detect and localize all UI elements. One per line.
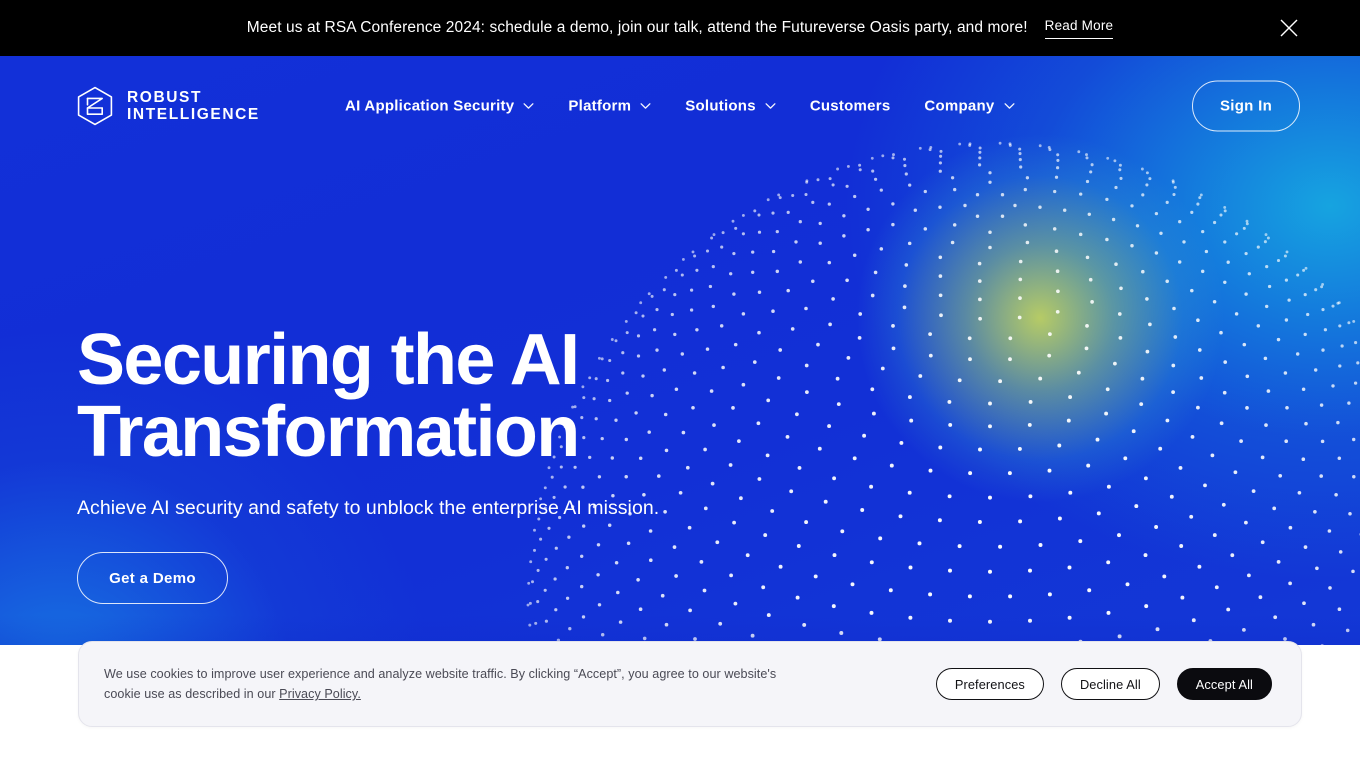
sign-in-button[interactable]: Sign In	[1192, 80, 1300, 132]
chevron-down-icon	[1003, 103, 1015, 109]
hero-subtitle: Achieve AI security and safety to unbloc…	[77, 497, 660, 519]
hero-title-line-2: Transformation	[77, 392, 580, 472]
announcement-bar: Meet us at RSA Conference 2024: schedule…	[0, 0, 1360, 56]
logo-text-line-2: INTELLIGENCE	[127, 106, 260, 123]
nav-links: AI Application Security Platform Solutio…	[345, 98, 1015, 115]
robust-intelligence-hexagon-logo-icon	[77, 86, 113, 126]
nav-label: Customers	[809, 97, 891, 115]
hero-content: Securing the AI Transformation Achieve A…	[77, 324, 737, 604]
nav-item-solutions[interactable]: Solutions	[685, 98, 776, 115]
chevron-down-icon	[765, 103, 776, 109]
cookie-consent-text: We use cookies to improve user experienc…	[104, 664, 804, 704]
nav-item-company[interactable]: Company	[924, 97, 1015, 115]
nav-label: Solutions	[685, 97, 756, 115]
hero-title-line-1: Securing the AI	[77, 320, 580, 400]
decline-all-button[interactable]: Decline All	[1060, 668, 1160, 700]
main-navigation: ROBUST INTELLIGENCE AI Application Secur…	[0, 56, 1360, 156]
cookie-consent-actions: Preferences Decline All Accept All	[935, 668, 1272, 700]
page-root: Meet us at RSA Conference 2024: schedule…	[0, 0, 1360, 764]
close-icon[interactable]	[1277, 16, 1301, 40]
preferences-button[interactable]: Preferences	[935, 668, 1044, 700]
logo-wordmark: ROBUST INTELLIGENCE	[127, 89, 260, 123]
nav-label: AI Application Security	[345, 97, 515, 115]
privacy-policy-link[interactable]: Privacy Policy.	[279, 687, 361, 701]
accept-all-button[interactable]: Accept All	[1176, 668, 1272, 700]
get-a-demo-button[interactable]: Get a Demo	[77, 552, 228, 604]
nav-item-platform[interactable]: Platform	[568, 98, 651, 115]
nav-item-ai-application-security[interactable]: AI Application Security	[345, 98, 534, 115]
announcement-read-more-link[interactable]: Read More	[1044, 18, 1114, 39]
logo-home-link[interactable]: ROBUST INTELLIGENCE	[76, 86, 260, 126]
cookie-text-body: We use cookies to improve user experienc…	[104, 667, 777, 701]
chevron-down-icon	[640, 103, 651, 109]
page-title: Securing the AI Transformation	[77, 324, 737, 468]
chevron-down-icon	[523, 103, 534, 109]
nav-label: Platform	[568, 97, 632, 115]
logo-text-line-1: ROBUST	[127, 89, 203, 106]
announcement-text: Meet us at RSA Conference 2024: schedule…	[246, 19, 1028, 37]
nav-label: Company	[924, 97, 995, 115]
cookie-consent-banner: We use cookies to improve user experienc…	[78, 641, 1302, 727]
nav-item-customers[interactable]: Customers	[810, 98, 891, 115]
